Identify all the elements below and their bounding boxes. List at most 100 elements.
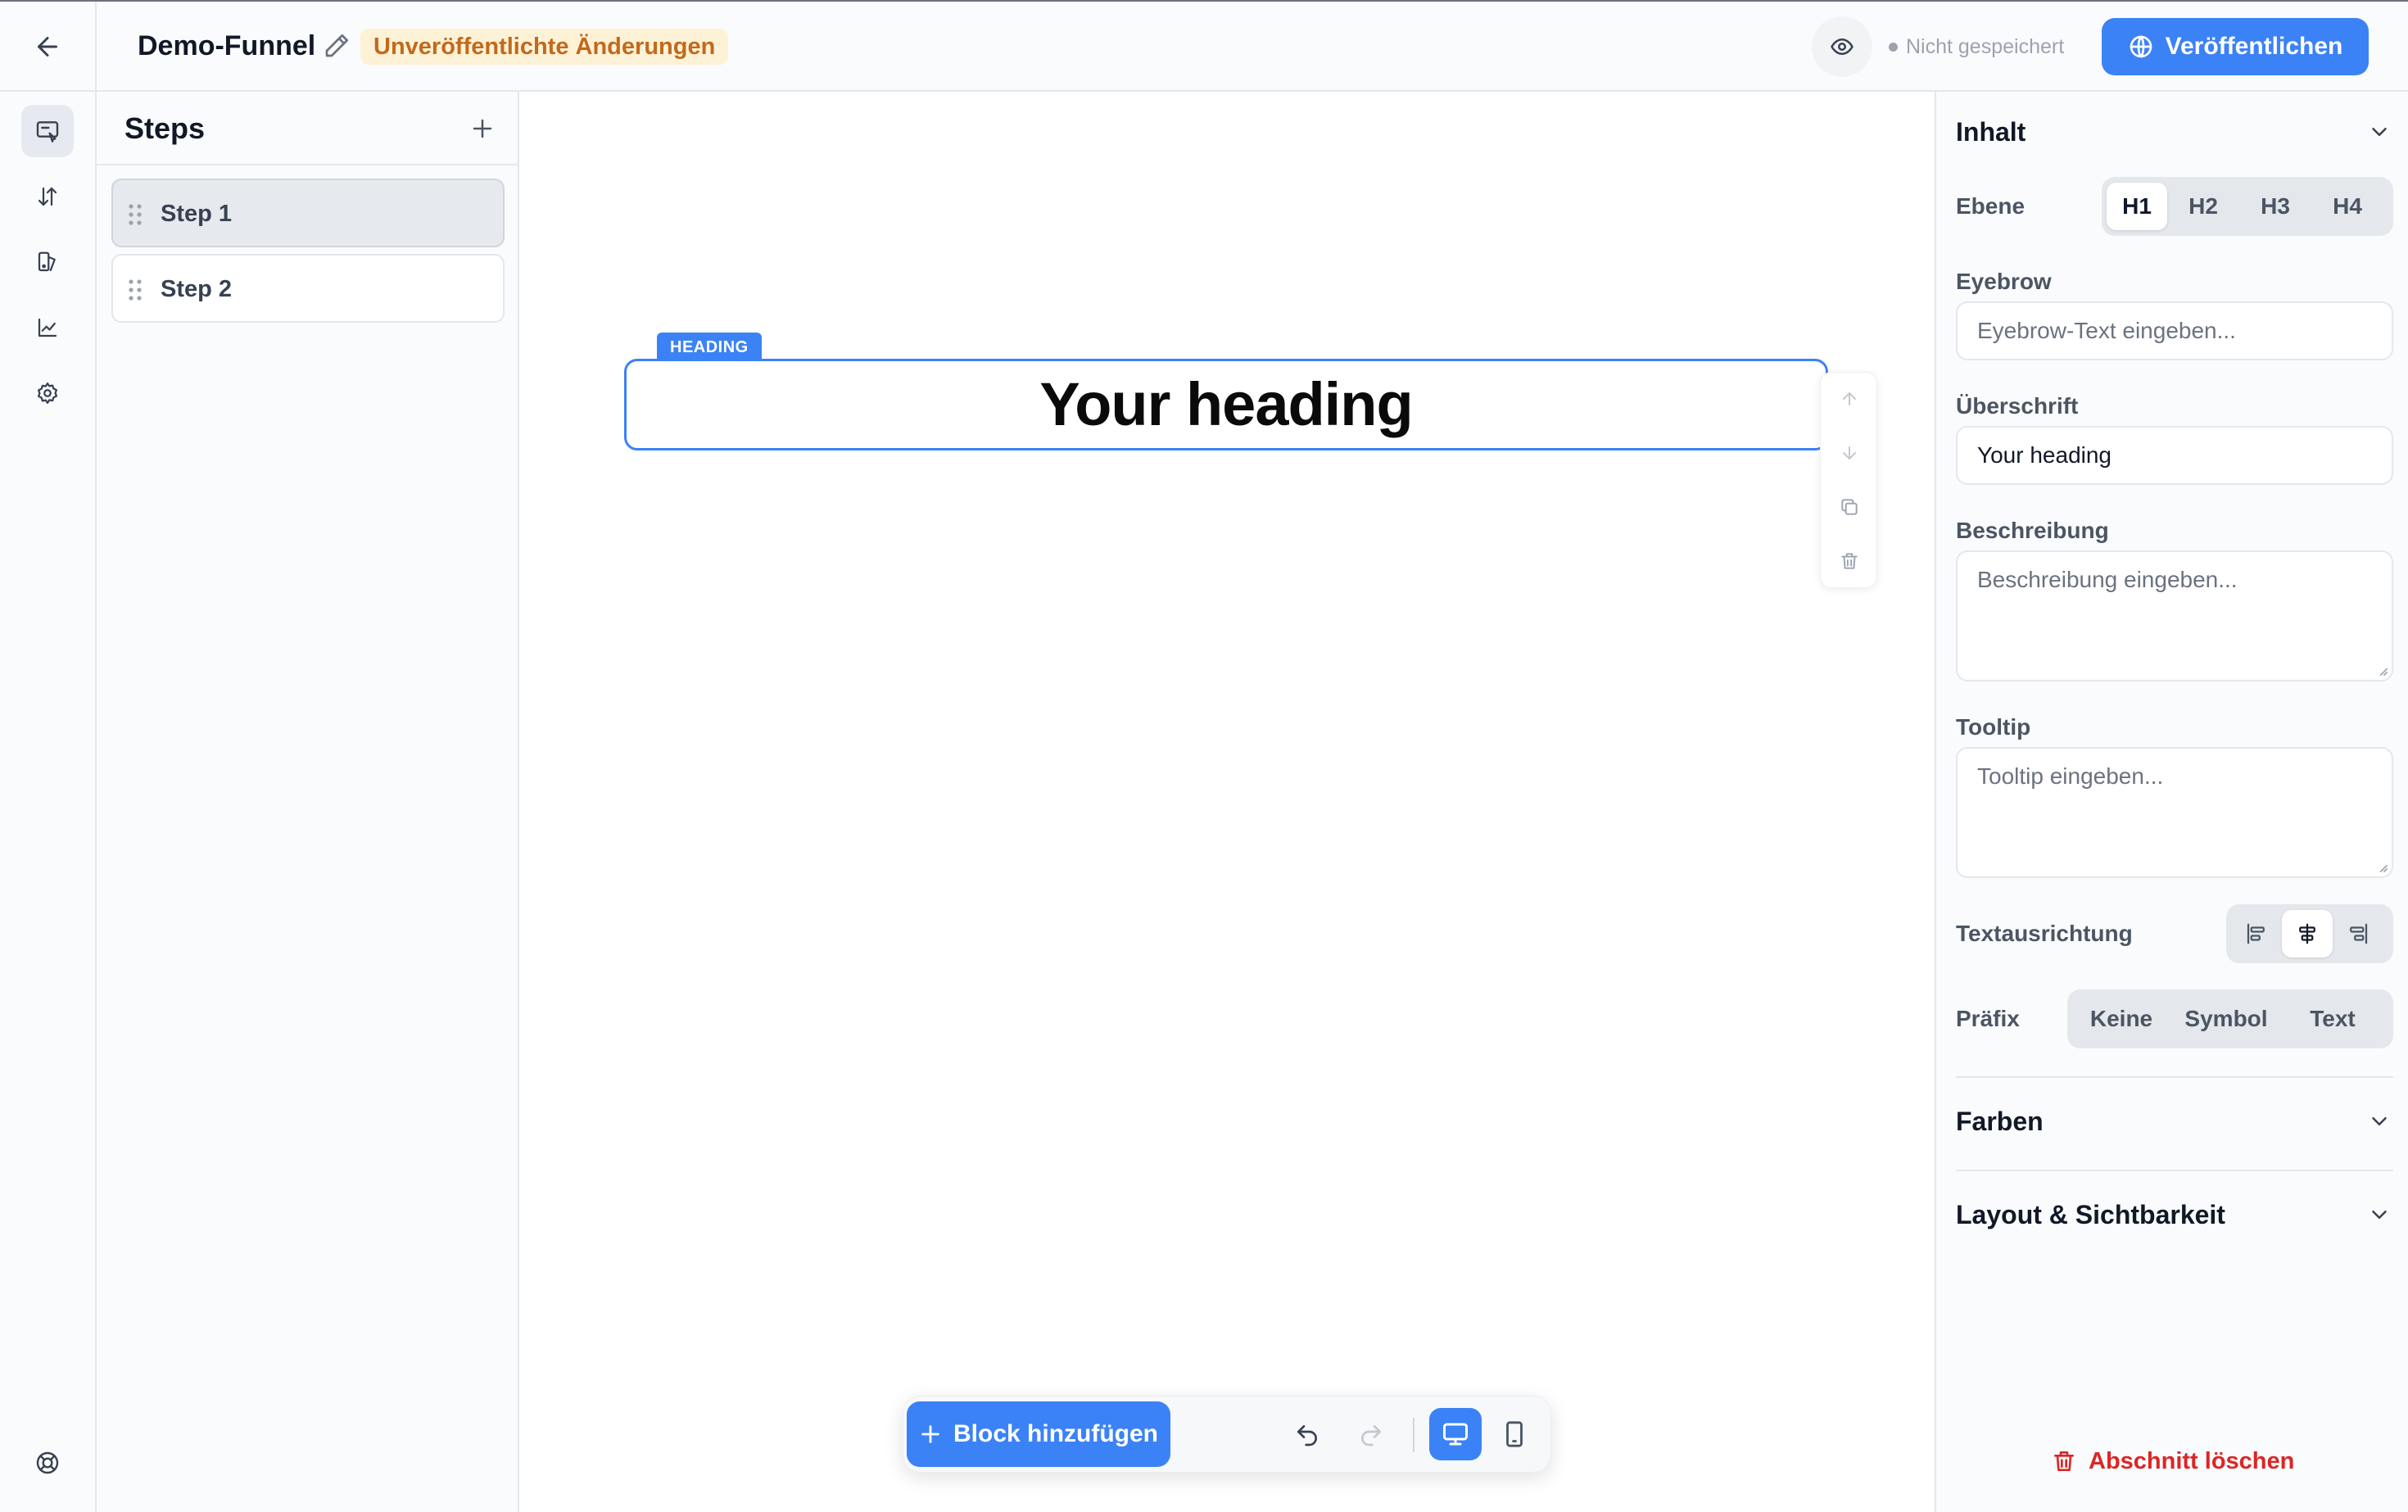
add-block-label: Block hinzufügen — [953, 1420, 1158, 1447]
icon-rail — [0, 92, 97, 1512]
steps-panel: Steps Step 1 Step 2 — [97, 92, 519, 1512]
level-option-h4[interactable]: H4 — [2311, 183, 2383, 230]
tooltip-label: Tooltip — [1956, 714, 2031, 740]
arrow-left-icon — [38, 37, 57, 57]
level-option-h3[interactable]: H3 — [2239, 183, 2311, 230]
section-farben[interactable]: Farben — [1956, 1104, 2044, 1139]
prefix-option-symbol[interactable]: Symbol — [2170, 995, 2282, 1043]
step-label: Step 1 — [161, 201, 233, 227]
heading-block[interactable]: Your heading — [624, 359, 1828, 450]
rail-editor[interactable] — [21, 105, 74, 157]
save-status: Nicht gespeichert — [1889, 33, 2064, 61]
plus-icon — [473, 119, 492, 138]
duplicate-button[interactable] — [1833, 491, 1866, 523]
block-tools — [1820, 372, 1877, 588]
layers-icon — [38, 251, 56, 272]
redo-button[interactable] — [1352, 1416, 1390, 1454]
level-option-h1[interactable]: H1 — [2107, 183, 2167, 230]
add-step-button[interactable] — [465, 111, 500, 146]
undo-button[interactable] — [1288, 1416, 1326, 1454]
prefix-label: Präfix — [1956, 1006, 2020, 1031]
smartphone-icon — [1506, 1421, 1523, 1447]
section-layout-visibility[interactable]: Layout & Sichtbarkeit — [1956, 1197, 2225, 1232]
chevron-down-icon[interactable] — [2367, 1202, 2392, 1227]
chevron-down-icon[interactable] — [2367, 120, 2392, 144]
copy-icon — [1841, 499, 1858, 515]
move-up-button[interactable] — [1833, 383, 1866, 415]
arrow-down-icon — [1843, 446, 1856, 459]
section-divider — [1956, 1170, 2393, 1171]
section-divider — [1956, 1076, 2393, 1078]
step-label: Step 2 — [161, 276, 233, 302]
heading-text[interactable]: Your heading — [1039, 368, 1413, 441]
align-right-button[interactable] — [2333, 910, 2383, 957]
undo-icon — [1297, 1425, 1317, 1446]
delete-section-button[interactable]: Abschnitt löschen — [2051, 1445, 2294, 1478]
bottom-toolbar: Block hinzufügen — [903, 1396, 1551, 1473]
lifebuoy-icon — [36, 1451, 59, 1474]
add-block-button[interactable]: Block hinzufügen — [907, 1401, 1170, 1467]
resize-handle-icon[interactable] — [2377, 862, 2388, 873]
plus-icon — [921, 1425, 939, 1443]
trash-icon — [1841, 553, 1858, 569]
align-center-icon — [2299, 923, 2315, 944]
step-item-1[interactable]: Step 1 — [111, 179, 505, 247]
align-left-icon — [2247, 923, 2265, 944]
level-label: Ebene — [1956, 193, 2026, 219]
top-bar: Demo-Funnel Unveröffentlichte Änderungen… — [0, 0, 2408, 92]
arrow-up-icon — [1843, 392, 1856, 405]
align-right-icon — [2350, 923, 2368, 944]
rail-analytics[interactable] — [21, 301, 74, 354]
tooltip-textarea[interactable]: Tooltip eingeben... — [1956, 747, 2393, 878]
steps-header: Steps — [97, 92, 518, 165]
unsaved-changes-badge: Unveröffentlichte Änderungen — [360, 29, 729, 65]
align-center-button[interactable] — [2282, 910, 2333, 957]
level-selector: H1 H2 H3 H4 — [2102, 177, 2393, 236]
rail-settings[interactable] — [21, 367, 74, 419]
eyebrow-label: Eyebrow — [1956, 269, 2052, 294]
level-option-h2[interactable]: H2 — [2167, 183, 2239, 230]
rail-help[interactable] — [21, 1437, 74, 1489]
status-dot — [1889, 42, 1898, 52]
block-type-tag: HEADING — [657, 333, 762, 362]
resize-handle-icon[interactable] — [2377, 665, 2388, 677]
redo-icon — [1361, 1425, 1381, 1446]
description-placeholder: Beschreibung eingeben... — [1977, 567, 2238, 592]
align-left-button[interactable] — [2231, 910, 2282, 957]
delete-block-button[interactable] — [1833, 545, 1866, 577]
drag-handle-icon[interactable] — [128, 203, 143, 226]
heading-input[interactable]: Your heading — [1956, 426, 2393, 485]
globe-icon — [2130, 35, 2152, 58]
rail-sort[interactable] — [21, 170, 74, 223]
prefix-selector: Keine Symbol Text — [2067, 989, 2393, 1048]
sort-icon — [38, 187, 57, 206]
funnel-title: Demo-Funnel — [138, 30, 316, 61]
editor-icon — [36, 121, 59, 143]
section-inhalt[interactable]: Inhalt — [1956, 115, 2026, 149]
gear-icon — [38, 383, 57, 404]
publish-button[interactable]: Veröffentlichen — [2102, 18, 2369, 75]
text-align-label: Textausrichtung — [1956, 921, 2133, 946]
mobile-view-button[interactable] — [1488, 1408, 1541, 1460]
delete-section-label: Abschnitt löschen — [2089, 1448, 2295, 1474]
chart-icon — [38, 318, 57, 337]
eyebrow-input[interactable]: Eyebrow-Text eingeben... — [1956, 301, 2393, 360]
move-down-button[interactable] — [1833, 437, 1866, 469]
description-textarea[interactable]: Beschreibung eingeben... — [1956, 550, 2393, 681]
pencil-icon[interactable] — [322, 31, 351, 61]
monitor-icon — [1443, 1423, 1468, 1446]
steps-title: Steps — [124, 111, 206, 145]
rail-layers[interactable] — [21, 236, 74, 288]
prefix-option-text[interactable]: Text — [2282, 995, 2383, 1043]
preview-button[interactable] — [1812, 16, 1872, 77]
publish-label: Veröffentlichen — [2165, 33, 2343, 60]
editor-canvas[interactable] — [519, 92, 1935, 1512]
chevron-down-icon[interactable] — [2367, 1109, 2392, 1134]
step-item-2[interactable]: Step 2 — [111, 254, 505, 323]
save-status-text: Nicht gespeichert — [1906, 35, 2065, 58]
desktop-view-button[interactable] — [1429, 1408, 1482, 1460]
eye-icon — [1831, 38, 1854, 55]
prefix-option-keine[interactable]: Keine — [2072, 995, 2170, 1043]
back-button[interactable] — [0, 2, 97, 92]
drag-handle-icon[interactable] — [128, 278, 143, 301]
